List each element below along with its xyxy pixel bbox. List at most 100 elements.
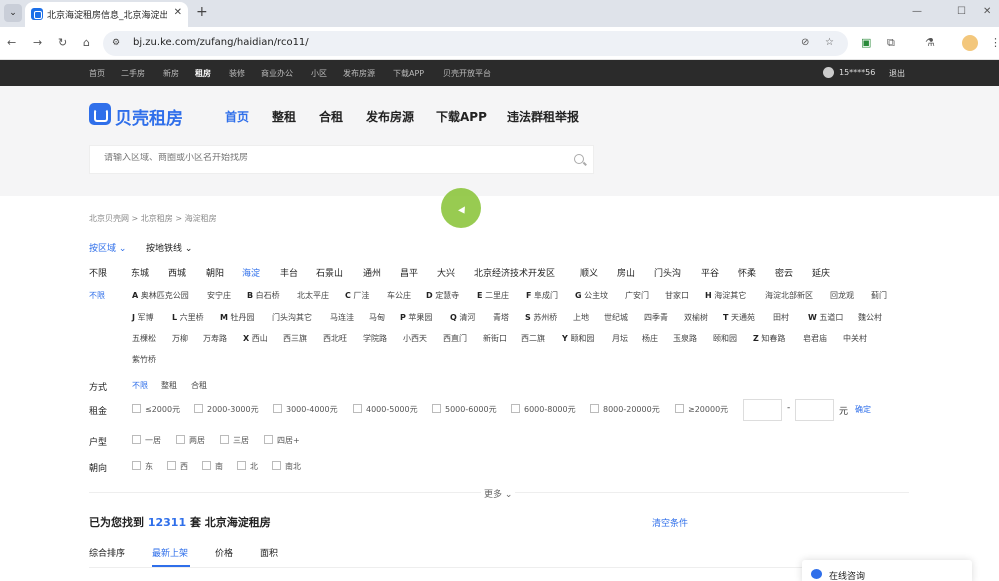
subarea-item[interactable]: J 军博 xyxy=(132,312,154,323)
rent-option[interactable]: 2000-3000元 xyxy=(194,404,259,415)
layout-option[interactable]: 两居 xyxy=(176,435,205,446)
tab-by-subway[interactable]: 按地铁线 ⌄ xyxy=(146,241,192,254)
subarea-item[interactable]: 万柳 xyxy=(172,333,188,344)
subarea-item[interactable]: W 五道口 xyxy=(808,312,843,323)
max-price-input[interactable] xyxy=(795,399,834,421)
subarea-item[interactable]: C 厂洼 xyxy=(345,290,369,301)
subarea-item[interactable]: 西二旗 xyxy=(521,333,545,344)
site-logo[interactable]: 贝壳租房 xyxy=(115,104,183,129)
topbar-link-app[interactable]: 下载APP xyxy=(393,68,424,79)
rent-option[interactable]: 6000-8000元 xyxy=(511,404,576,415)
sort-area[interactable]: 面积 xyxy=(260,546,278,559)
extension-icon[interactable]: ▣ xyxy=(861,36,871,49)
subarea-item[interactable]: Q 清河 xyxy=(450,312,475,323)
subarea-item[interactable]: 西北旺 xyxy=(323,333,347,344)
topbar-link-home[interactable]: 首页 xyxy=(89,68,105,79)
district-item[interactable]: 怀柔 xyxy=(738,266,756,279)
district-item[interactable]: 丰台 xyxy=(280,266,298,279)
bookmark-star-icon[interactable]: ☆ xyxy=(825,37,834,48)
subarea-item[interactable]: 魏公村 xyxy=(858,312,882,323)
subarea-item[interactable]: 五棵松 xyxy=(132,333,156,344)
tab-by-area[interactable]: 按区域 ⌄ xyxy=(89,241,126,254)
logout-link[interactable]: 退出 xyxy=(889,68,905,79)
subarea-item[interactable]: S 苏州桥 xyxy=(525,312,557,323)
subarea-item[interactable]: 车公庄 xyxy=(387,290,411,301)
orientation-option[interactable]: 南 xyxy=(202,461,223,472)
checkbox[interactable] xyxy=(176,435,185,444)
subarea-item[interactable]: A 奥林匹克公园 xyxy=(132,290,189,301)
checkbox[interactable] xyxy=(273,404,282,413)
subarea-item[interactable]: 甘家口 xyxy=(665,290,689,301)
forward-button[interactable]: → xyxy=(33,36,42,49)
mode-shared[interactable]: 合租 xyxy=(191,380,207,391)
rent-option[interactable]: ≥20000元 xyxy=(675,404,728,415)
subarea-item[interactable]: T 天通苑 xyxy=(723,312,755,323)
topbar-link-fabu[interactable]: 发布房源 xyxy=(343,68,375,79)
district-item[interactable]: 通州 xyxy=(363,266,381,279)
nav-zhengzu[interactable]: 整租 xyxy=(272,108,296,125)
back-button[interactable]: ← xyxy=(7,36,16,49)
district-item[interactable]: 大兴 xyxy=(437,266,455,279)
subarea-item[interactable]: E 二里庄 xyxy=(477,290,509,301)
subarea-item[interactable]: 新街口 xyxy=(483,333,507,344)
district-item[interactable]: 延庆 xyxy=(812,266,830,279)
topbar-link-xiaoqu[interactable]: 小区 xyxy=(311,68,327,79)
district-item[interactable]: 顺义 xyxy=(580,266,598,279)
topbar-link-open-platform[interactable]: 贝壳开放平台 xyxy=(443,68,491,79)
subarea-item[interactable]: 马甸 xyxy=(369,312,385,323)
checkbox[interactable] xyxy=(675,404,684,413)
sort-newest[interactable]: 最新上架 xyxy=(152,546,188,559)
window-close-button[interactable]: ✕ xyxy=(983,6,991,17)
url-omnibox[interactable]: ⚙ bj.zu.ke.com/zufang/haidian/rco11/ ⊘ ☆ xyxy=(103,31,848,56)
checkbox[interactable] xyxy=(590,404,599,413)
checkbox[interactable] xyxy=(194,404,203,413)
mode-any[interactable]: 不限 xyxy=(132,380,148,391)
site-info-icon[interactable]: ⚙ xyxy=(112,38,120,48)
subarea-item[interactable]: 小西天 xyxy=(403,333,427,344)
subarea-item[interactable]: M 牡丹园 xyxy=(220,312,255,323)
nav-home[interactable]: 首页 xyxy=(225,108,249,125)
subarea-item[interactable]: 中关村 xyxy=(843,333,867,344)
new-tab-button[interactable]: + xyxy=(196,4,208,20)
subarea-item[interactable]: 西三旗 xyxy=(283,333,307,344)
checkbox[interactable] xyxy=(202,461,211,470)
sort-price[interactable]: 价格 xyxy=(215,546,233,559)
labs-icon[interactable]: ⚗ xyxy=(925,36,935,49)
subarea-item[interactable]: L 六里桥 xyxy=(172,312,204,323)
district-item[interactable]: 石景山 xyxy=(316,266,343,279)
subarea-item[interactable]: Z 知春路 xyxy=(753,333,785,344)
min-price-input[interactable] xyxy=(743,399,782,421)
browser-menu-icon[interactable]: ⋮ xyxy=(990,36,999,49)
orientation-option[interactable]: 西 xyxy=(167,461,188,472)
reload-button[interactable]: ↻ xyxy=(58,36,67,49)
subarea-item[interactable]: 颐和园 xyxy=(713,333,737,344)
district-item[interactable]: 东城 xyxy=(131,266,149,279)
topbar-link-xinfang[interactable]: 新房 xyxy=(163,68,179,79)
topbar-link-ershoufang[interactable]: 二手房 xyxy=(121,68,145,79)
district-item[interactable]: 西城 xyxy=(168,266,186,279)
subarea-item[interactable]: 上地 xyxy=(573,312,589,323)
topbar-link-shangye[interactable]: 商业办公 xyxy=(261,68,293,79)
checkbox[interactable] xyxy=(264,435,273,444)
subarea-item[interactable]: 广安门 xyxy=(625,290,649,301)
eye-off-icon[interactable]: ⊘ xyxy=(801,37,809,48)
orientation-option[interactable]: 北 xyxy=(237,461,258,472)
district-item[interactable]: 密云 xyxy=(775,266,793,279)
subarea-item[interactable]: X 西山 xyxy=(243,333,268,344)
subarea-item[interactable]: 杨庄 xyxy=(642,333,658,344)
topbar-link-zhuangxiu[interactable]: 装修 xyxy=(229,68,245,79)
subarea-item[interactable]: 回龙观 xyxy=(830,290,854,301)
subarea-item[interactable]: H 海淀其它 xyxy=(705,290,746,301)
checkbox[interactable] xyxy=(432,404,441,413)
search-icon[interactable] xyxy=(574,154,584,164)
subarea-item[interactable]: B 白石桥 xyxy=(247,290,280,301)
checkbox[interactable] xyxy=(353,404,362,413)
district-item[interactable]: 不限 xyxy=(89,266,107,279)
nav-report[interactable]: 违法群租举报 xyxy=(507,108,579,125)
subarea-item[interactable]: G 公主坟 xyxy=(575,290,608,301)
subarea-item[interactable]: 田村 xyxy=(773,312,789,323)
subarea-item[interactable]: Y 颐和园 xyxy=(562,333,594,344)
checkbox[interactable] xyxy=(132,461,141,470)
subarea-item[interactable]: 世纪城 xyxy=(604,312,628,323)
subarea-item[interactable]: P 苹果园 xyxy=(400,312,432,323)
